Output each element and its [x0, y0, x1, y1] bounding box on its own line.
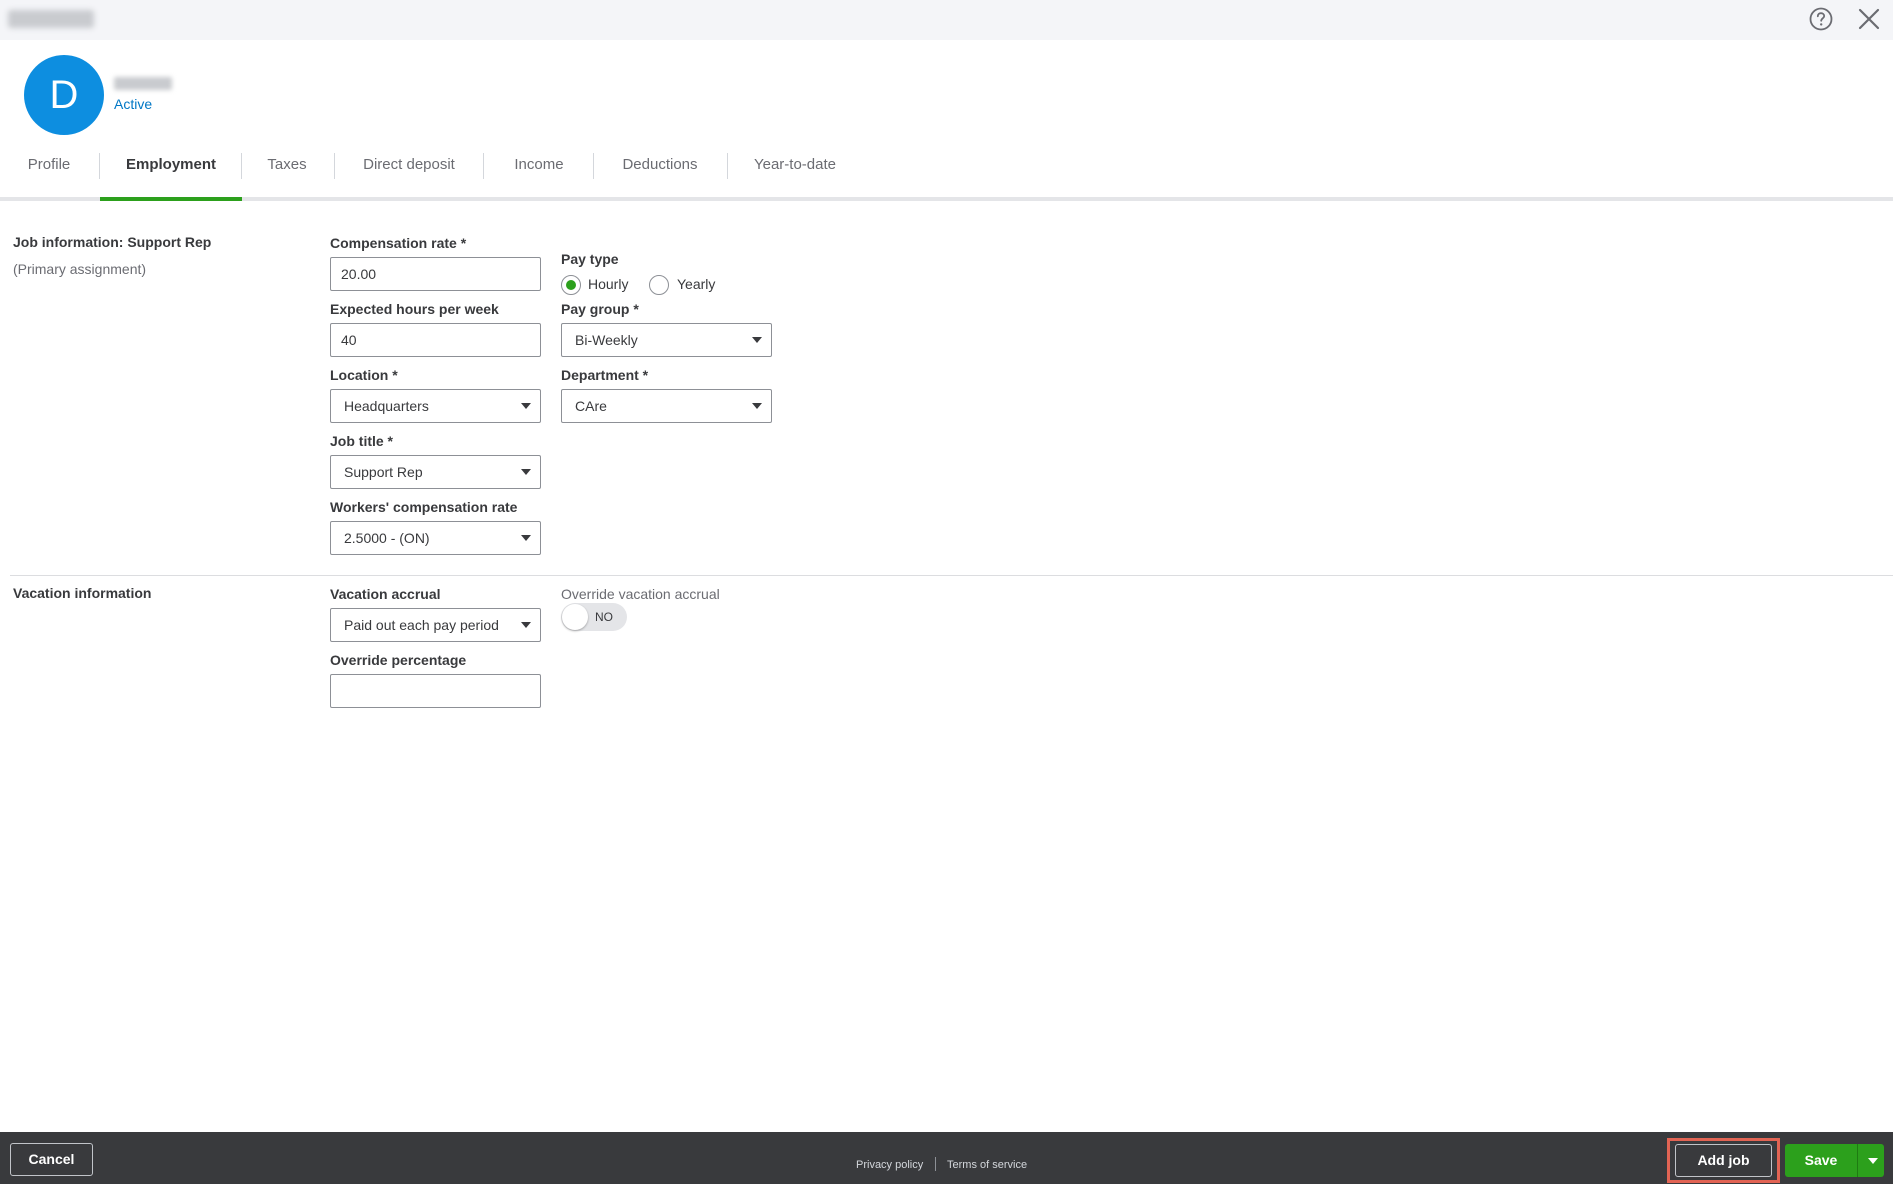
department-select[interactable]: CAre — [561, 389, 772, 423]
blurred-employee-name — [8, 10, 94, 28]
tab-deductions[interactable]: Deductions — [616, 145, 704, 201]
vacation-info-title: Vacation information — [13, 585, 152, 601]
department-value: CAre — [575, 398, 607, 414]
override-accrual-toggle[interactable]: NO — [561, 603, 627, 631]
override-percentage-label: Override percentage — [330, 652, 467, 668]
top-bar — [0, 0, 1893, 40]
chevron-down-icon[interactable] — [1868, 1158, 1878, 1164]
toggle-state-text: NO — [595, 610, 613, 624]
department-label: Department * — [561, 367, 649, 383]
chevron-down-icon — [521, 622, 531, 628]
toggle-knob — [562, 604, 588, 630]
close-icon[interactable] — [1856, 6, 1882, 32]
help-circle-icon[interactable] — [1808, 6, 1834, 32]
job-info-title: Job information: Support Rep — [13, 234, 212, 250]
location-select[interactable]: Headquarters — [330, 389, 541, 423]
pay-type-hourly-label: Hourly — [588, 276, 629, 292]
tab-separator — [483, 153, 484, 179]
pay-type-yearly-radio[interactable] — [649, 275, 669, 295]
terms-of-service-link[interactable]: Terms of service — [947, 1159, 1027, 1171]
expected-hours-input[interactable]: 40 — [330, 323, 541, 357]
compensation-rate-input[interactable]: 20.00 — [330, 257, 541, 291]
chevron-down-icon — [752, 337, 762, 343]
footer-link-separator — [935, 1157, 936, 1171]
job-title-select[interactable]: Support Rep — [330, 455, 541, 489]
expected-hours-label: Expected hours per week — [330, 301, 499, 317]
privacy-policy-link[interactable]: Privacy policy — [856, 1159, 923, 1171]
chevron-down-icon — [521, 403, 531, 409]
section-divider — [10, 575, 1893, 576]
save-button-label: Save — [1804, 1152, 1838, 1168]
job-info-subtitle: (Primary assignment) — [13, 261, 147, 277]
override-accrual-label: Override vacation accrual — [561, 586, 720, 602]
job-title-label: Job title * — [330, 433, 394, 449]
tab-separator — [241, 153, 242, 179]
tab-profile[interactable]: Profile — [24, 145, 74, 201]
vacation-accrual-value: Paid out each pay period — [344, 617, 499, 633]
tab-separator — [593, 153, 594, 179]
location-value: Headquarters — [344, 398, 429, 414]
tab-taxes[interactable]: Taxes — [258, 145, 316, 201]
chevron-down-icon — [521, 469, 531, 475]
tab-income[interactable]: Income — [507, 145, 571, 201]
chevron-down-icon — [521, 535, 531, 541]
save-split-divider — [1857, 1144, 1858, 1177]
employee-status: Active — [114, 96, 153, 112]
pay-type-label: Pay type — [561, 251, 619, 267]
pay-group-select[interactable]: Bi-Weekly — [561, 323, 772, 357]
footer-bar: Cancel Privacy policy Terms of service A… — [0, 1132, 1893, 1184]
pay-type-hourly-radio[interactable] — [561, 275, 581, 295]
add-job-button[interactable]: Add job — [1675, 1144, 1772, 1177]
pay-group-value: Bi-Weekly — [575, 332, 638, 348]
tab-separator — [334, 153, 335, 179]
save-button[interactable]: Save — [1785, 1144, 1884, 1177]
workers-comp-value: 2.5000 - (ON) — [344, 530, 430, 546]
pay-group-label: Pay group * — [561, 301, 639, 317]
cancel-button[interactable]: Cancel — [10, 1143, 93, 1176]
tab-employment[interactable]: Employment — [100, 145, 242, 201]
location-label: Location * — [330, 367, 398, 383]
chevron-down-icon — [752, 403, 762, 409]
workers-comp-select[interactable]: 2.5000 - (ON) — [330, 521, 541, 555]
workers-comp-label: Workers' compensation rate — [330, 499, 518, 515]
job-title-value: Support Rep — [344, 464, 423, 480]
vacation-accrual-select[interactable]: Paid out each pay period — [330, 608, 541, 642]
vacation-accrual-label: Vacation accrual — [330, 586, 441, 602]
tab-bar: Profile Employment Taxes Direct deposit … — [0, 145, 1893, 201]
tab-year-to-date[interactable]: Year-to-date — [750, 145, 840, 201]
avatar: D — [24, 55, 104, 135]
compensation-rate-label: Compensation rate * — [330, 235, 467, 251]
tab-separator — [727, 153, 728, 179]
pay-type-yearly-label: Yearly — [677, 276, 716, 292]
blurred-employee-subname — [114, 77, 172, 90]
tab-direct-deposit[interactable]: Direct deposit — [356, 145, 462, 201]
override-percentage-input[interactable] — [330, 674, 541, 708]
